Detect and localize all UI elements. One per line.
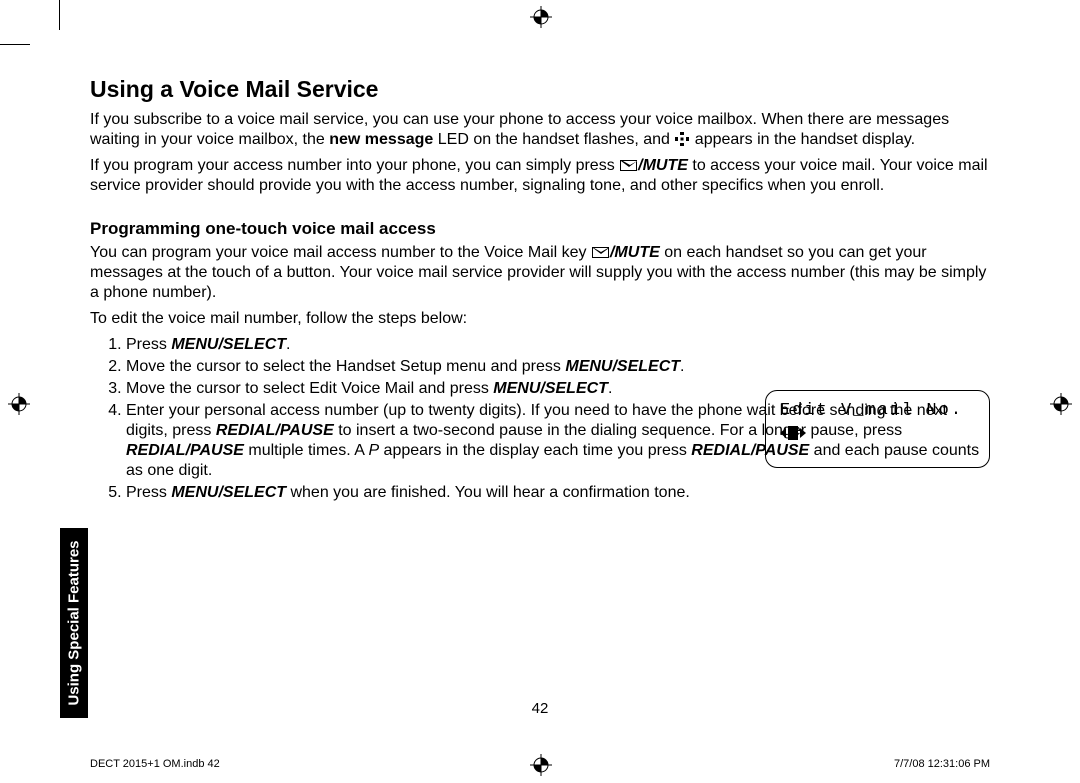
mail-icon [592, 247, 609, 258]
step-item: Press MENU/SELECT. [126, 335, 990, 355]
lcd-display-illustration: Edit V_mail No. [765, 390, 990, 468]
paragraph: You can program your voice mail access n… [90, 243, 990, 303]
step-item: Move the cursor to select the Handset Se… [126, 357, 706, 377]
page-number: 42 [0, 700, 1080, 717]
step-item: Press MENU/SELECT when you are finished.… [126, 483, 990, 503]
registration-mark-icon [1050, 393, 1072, 415]
subsection-heading: Programming one-touch voice mail access [90, 218, 990, 239]
crop-mark [59, 0, 60, 30]
cursor-block-icon [788, 426, 798, 440]
paragraph: If you program your access number into y… [90, 156, 990, 196]
voicemail-icon [675, 132, 689, 146]
lcd-line1: Edit V_mail No. [780, 401, 975, 420]
registration-mark-icon [8, 393, 30, 415]
mail-icon [620, 160, 637, 171]
section-heading: Using a Voice Mail Service [90, 75, 990, 104]
footer-filename: DECT 2015+1 OM.indb 42 [90, 758, 220, 770]
crop-mark [0, 44, 30, 45]
manual-page: Using a Voice Mail Service If you subscr… [0, 0, 1080, 783]
triangle-left-icon [780, 428, 786, 438]
registration-mark-icon [530, 6, 552, 28]
paragraph: If you subscribe to a voice mail service… [90, 110, 990, 150]
registration-mark-icon [530, 754, 552, 776]
lcd-cursor-row [780, 426, 975, 440]
paragraph: To edit the voice mail number, follow th… [90, 309, 990, 329]
section-tab-label: Using Special Features [66, 540, 83, 705]
footer-timestamp: 7/7/08 12:31:06 PM [894, 758, 990, 770]
section-tab: Using Special Features [60, 528, 88, 718]
triangle-right-icon [800, 428, 806, 438]
